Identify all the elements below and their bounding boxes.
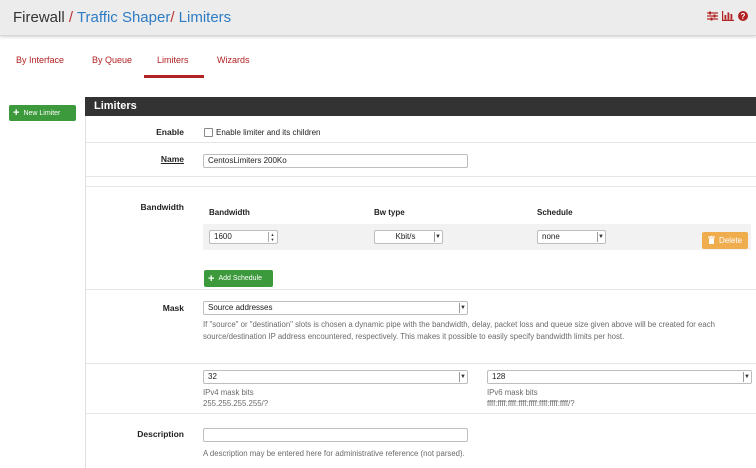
enable-label: Enable xyxy=(156,127,184,137)
breadcrumb-firewall: Firewall xyxy=(13,9,65,26)
svg-text:?: ? xyxy=(741,12,746,21)
name-input[interactable]: CentosLimiters 200Ko xyxy=(203,154,468,168)
ipv6-mask-select[interactable]: 128 ▼ xyxy=(487,370,752,384)
bandwidth-column-header: Bandwidth xyxy=(209,208,250,217)
bw-type-select[interactable]: Kbit/s ▼ xyxy=(374,230,443,244)
enable-checkbox[interactable] xyxy=(204,128,213,137)
bandwidth-value-input[interactable]: 1600 ▲ ▼ xyxy=(209,230,278,244)
chevron-down-icon: ▼ xyxy=(459,303,466,313)
chevron-down-icon: ▼ xyxy=(434,232,441,242)
schedule-column-header: Schedule xyxy=(537,208,573,217)
limiters-panel: Limiters Enable Enable limiter and its c… xyxy=(85,97,756,468)
name-row: Name CentosLimiters 200Ko xyxy=(86,143,756,177)
name-label: Name xyxy=(160,154,184,164)
new-limiter-button[interactable]: + New Limiter xyxy=(9,105,76,121)
chevron-down-icon: ▼ xyxy=(743,372,750,382)
header-icon-group: ? xyxy=(707,11,748,23)
plus-icon: + xyxy=(13,107,20,119)
ipv6-mask-example: ffff:ffff:ffff:ffff:ffff:ffff:ffff:ffff/… xyxy=(487,399,575,408)
description-help-text: A description may be entered here for ad… xyxy=(203,449,465,458)
help-icon[interactable]: ? xyxy=(738,11,748,23)
tab-by-interface[interactable]: By Interface xyxy=(16,54,64,76)
breadcrumb-limiters-link[interactable]: Limiters xyxy=(179,9,232,26)
mask-bits-row: 32 ▼ IPv4 mask bits 255.255.255.255/? 12… xyxy=(86,364,756,414)
description-label: Description xyxy=(137,429,184,439)
breadcrumb-traffic-shaper-link[interactable]: Traffic Shaper xyxy=(77,9,170,26)
schedule-value: none xyxy=(542,232,560,241)
bandwidth-table-row xyxy=(203,224,751,250)
ipv4-mask-label: IPv4 mask bits xyxy=(203,388,254,397)
breadcrumb: Firewall / Traffic Shaper/ Limiters xyxy=(13,9,231,26)
add-schedule-label: Add Schedule xyxy=(218,275,263,282)
bandwidth-value: 1600 xyxy=(214,232,232,241)
spacer-row xyxy=(86,177,756,187)
spinner-icon[interactable]: ▲ ▼ xyxy=(268,232,276,242)
mask-label: Mask xyxy=(162,303,184,313)
breadcrumb-separator: / xyxy=(170,9,175,26)
tab-wizards[interactable]: Wizards xyxy=(217,54,250,76)
ipv6-mask-label: IPv6 mask bits xyxy=(487,388,538,397)
limiter-form: Enable Enable limiter and its children N… xyxy=(85,116,756,468)
mask-value: Source addresses xyxy=(208,303,273,312)
mask-row: Mask Source addresses ▼ If "source" or "… xyxy=(86,290,756,364)
mask-help-text: If "source" or "destination" slots is ch… xyxy=(203,320,715,341)
ipv4-mask-example: 255.255.255.255/? xyxy=(203,399,269,408)
bw-type-column-header: Bw type xyxy=(374,208,405,217)
enable-row: Enable Enable limiter and its children xyxy=(86,116,756,143)
description-input[interactable] xyxy=(203,428,468,442)
bw-type-value: Kbit/s xyxy=(395,232,416,241)
active-tab-indicator xyxy=(144,75,204,78)
chevron-down-icon: ▼ xyxy=(459,372,466,382)
ipv4-mask-select[interactable]: 32 ▼ xyxy=(203,370,468,384)
delete-button[interactable]: Delete xyxy=(702,232,748,249)
tab-limiters[interactable]: Limiters xyxy=(157,54,189,76)
sliders-icon[interactable] xyxy=(707,11,718,23)
delete-label: Delete xyxy=(718,236,743,245)
bar-chart-icon[interactable] xyxy=(722,11,734,23)
plus-icon: + xyxy=(208,272,215,285)
page-header: Firewall / Traffic Shaper/ Limiters ? xyxy=(0,0,756,36)
schedule-select[interactable]: none ▼ xyxy=(537,230,606,244)
enable-checkbox-label: Enable limiter and its children xyxy=(216,128,321,137)
breadcrumb-separator: / xyxy=(68,9,74,26)
panel-title: Limiters xyxy=(85,97,756,116)
chevron-down-icon: ▼ xyxy=(597,232,604,242)
new-limiter-label: New Limiter xyxy=(23,109,61,117)
ipv6-mask-value: 128 xyxy=(492,372,506,381)
bandwidth-label: Bandwidth xyxy=(140,202,184,212)
description-row: Description A description may be entered… xyxy=(86,414,756,464)
mask-select[interactable]: Source addresses ▼ xyxy=(203,301,468,315)
tab-by-queue[interactable]: By Queue xyxy=(92,54,132,76)
tab-bar: By Interface By Queue Limiters Wizards xyxy=(0,54,756,78)
ipv4-mask-value: 32 xyxy=(208,372,217,381)
add-schedule-button[interactable]: + Add Schedule xyxy=(204,270,273,287)
trash-icon xyxy=(707,235,715,246)
